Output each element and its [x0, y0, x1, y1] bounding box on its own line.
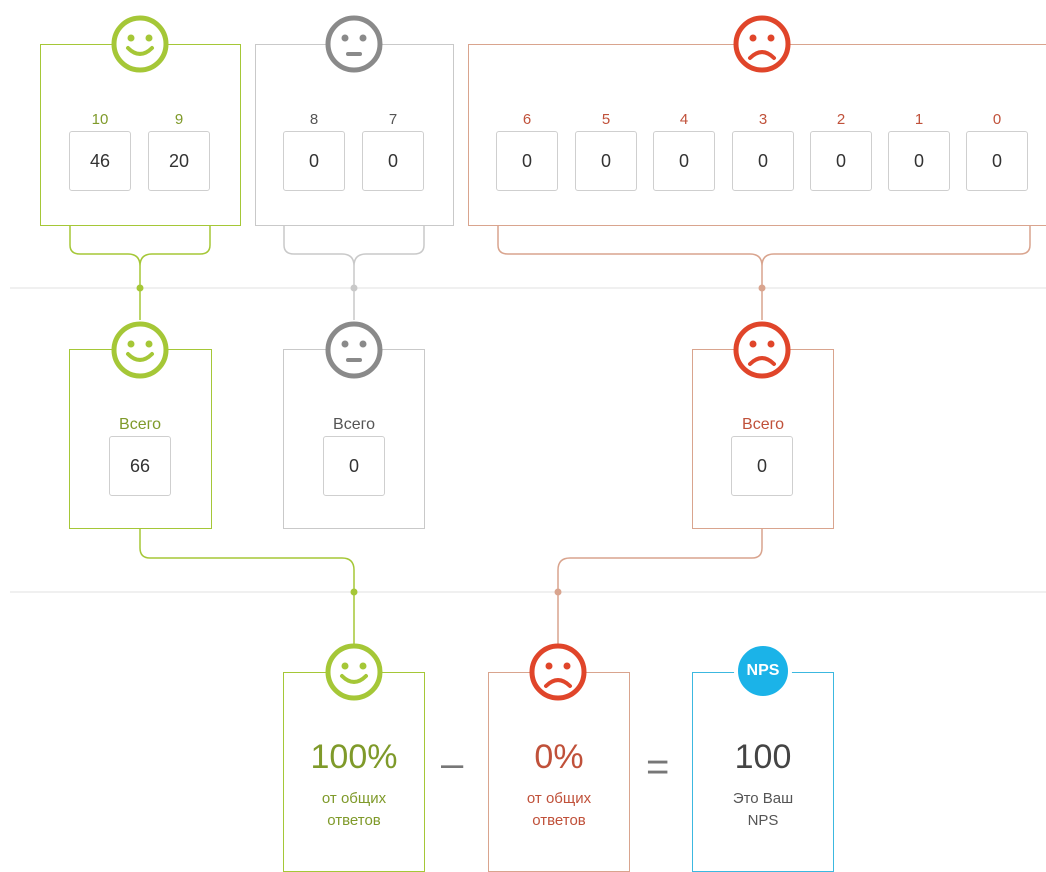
detractors-total-input[interactable]: 0: [731, 436, 793, 496]
happy-face-icon: [111, 15, 169, 73]
detractors-percent: 0%: [534, 738, 584, 776]
passives-total-input[interactable]: 0: [323, 436, 385, 496]
detractors-percent-caption: от общих ответов: [526, 790, 592, 829]
score-input-0[interactable]: 0: [966, 131, 1028, 191]
score-label-7: 7: [388, 111, 398, 128]
nps-value: 100: [734, 738, 792, 776]
score-label-8: 8: [309, 111, 319, 128]
promoters-percent: 100%: [310, 738, 398, 776]
neutral-face-icon: [325, 15, 383, 73]
promoters-total-label: Всего: [119, 416, 161, 433]
score-label-3: 3: [758, 111, 768, 128]
score-label-10: 10: [91, 111, 109, 128]
score-label-0: 0: [992, 111, 1002, 128]
score-input-9[interactable]: 20: [148, 131, 210, 191]
promoters-percent-caption: от общих ответов: [321, 790, 387, 829]
score-input-5[interactable]: 0: [575, 131, 637, 191]
passives-total-label: Всего: [333, 416, 375, 433]
score-input-1[interactable]: 0: [888, 131, 950, 191]
score-label-1: 1: [914, 111, 924, 128]
score-input-3[interactable]: 0: [732, 131, 794, 191]
score-input-6[interactable]: 0: [496, 131, 558, 191]
nps-caption: Это Ваш NPS: [732, 790, 794, 829]
sad-face-icon: [529, 643, 587, 701]
score-input-4[interactable]: 0: [653, 131, 715, 191]
promoters-total-input[interactable]: 66: [109, 436, 171, 496]
score-input-8[interactable]: 0: [283, 131, 345, 191]
neutral-face-icon: [325, 321, 383, 379]
score-label-4: 4: [679, 111, 689, 128]
happy-face-icon: [111, 321, 169, 379]
score-input-2[interactable]: 0: [810, 131, 872, 191]
equals-operator: =: [646, 745, 670, 789]
nps-badge-icon: NPS: [734, 642, 792, 700]
detractors-total-label: Всего: [742, 416, 784, 433]
happy-face-icon: [325, 643, 383, 701]
score-label-5: 5: [601, 111, 611, 128]
score-label-9: 9: [174, 111, 184, 128]
sad-face-icon: [733, 321, 791, 379]
score-input-10[interactable]: 46: [69, 131, 131, 191]
sad-face-icon: [733, 15, 791, 73]
minus-operator: –: [441, 742, 464, 786]
score-label-2: 2: [836, 111, 846, 128]
score-label-6: 6: [522, 111, 532, 128]
score-input-7[interactable]: 0: [362, 131, 424, 191]
